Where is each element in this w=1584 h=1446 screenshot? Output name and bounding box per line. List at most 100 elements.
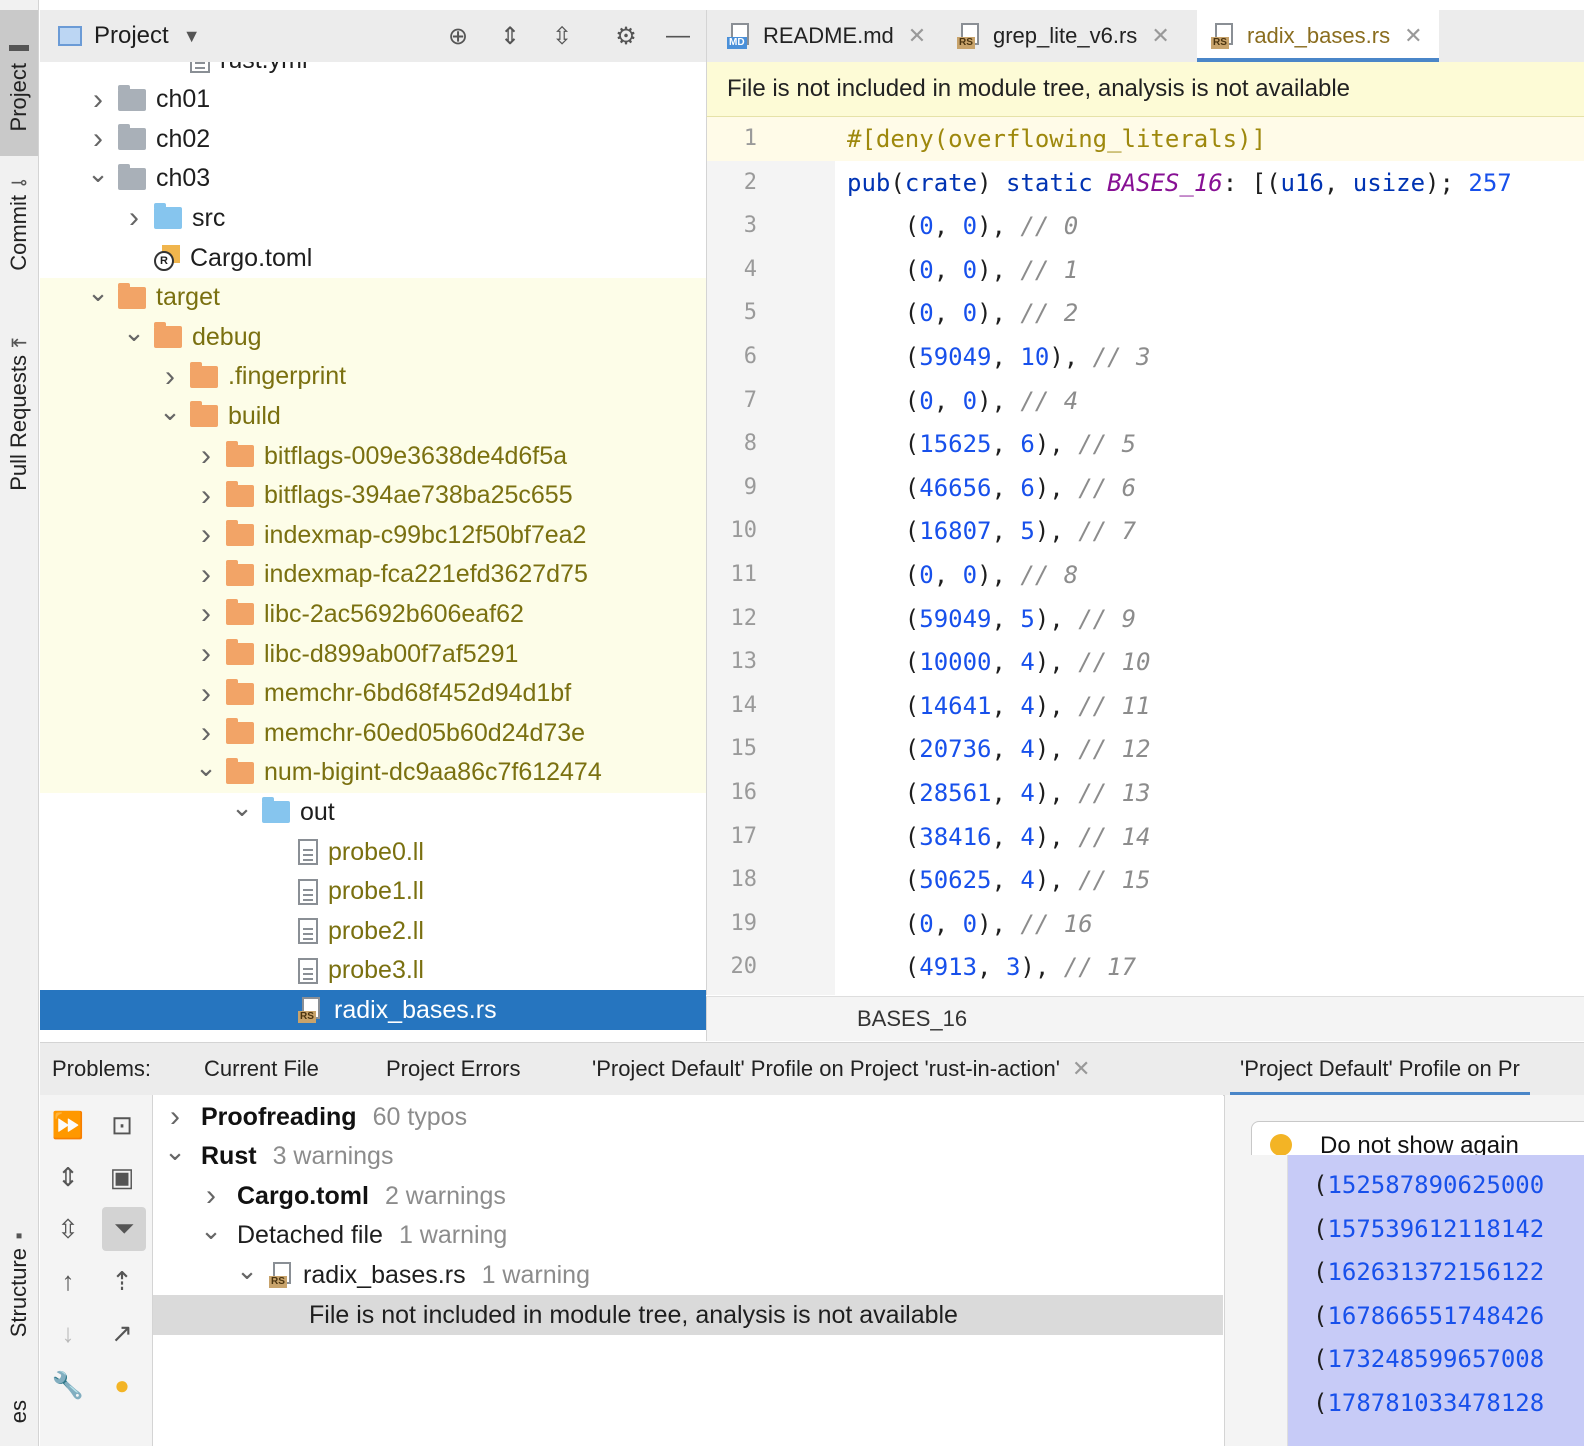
- problem-group[interactable]: › Proofreading 60 typos: [153, 1097, 1223, 1137]
- chevron-down-icon[interactable]: ⌄: [86, 158, 110, 189]
- chevron-right-icon[interactable]: ›: [86, 122, 110, 156]
- tree-item[interactable]: › libc-2ac5692b606eaf62: [40, 594, 706, 635]
- tool-tab-structure[interactable]: ▪ Structure: [0, 1225, 38, 1365]
- chevron-down-icon[interactable]: ⌄: [194, 752, 218, 783]
- tree-item[interactable]: › .fingerprint: [40, 356, 706, 397]
- rerun-icon[interactable]: ⏩: [48, 1105, 88, 1145]
- chevron-down-icon[interactable]: ⌄: [163, 1136, 187, 1167]
- wrench-icon[interactable]: 🔧: [48, 1365, 88, 1405]
- tool-tab-partial[interactable]: es: [0, 1400, 38, 1446]
- chevron-right-icon[interactable]: ›: [86, 83, 110, 117]
- expand-all-icon[interactable]: ⇕: [48, 1157, 88, 1197]
- chevron-down-icon[interactable]: ▼: [183, 26, 201, 47]
- tab-readme[interactable]: MD README.md ✕: [727, 10, 926, 62]
- problem-group[interactable]: › Cargo.toml 2 warnings: [153, 1176, 1223, 1216]
- tab-current-file[interactable]: Current File: [204, 1043, 319, 1095]
- tool-tab-project[interactable]: ▬ Project: [0, 10, 38, 156]
- arrow-up-icon[interactable]: ↑: [48, 1261, 88, 1301]
- tool-tab-pull-requests[interactable]: ⇤ Pull Requests: [0, 330, 38, 516]
- tree-item[interactable]: ⌄ num-bigint-dc9aa86c7f612474: [40, 752, 706, 793]
- stop-icon[interactable]: ⊡: [102, 1105, 142, 1145]
- tree-item[interactable]: ⌄ debug: [40, 317, 706, 358]
- tree-item[interactable]: ⌄ build: [40, 396, 706, 437]
- filter-icon[interactable]: ⏷: [102, 1207, 146, 1251]
- tree-item-label: indexmap-c99bc12f50bf7ea2: [264, 520, 587, 549]
- project-view-icon: [58, 26, 82, 46]
- tree-item[interactable]: › indexmap-fca221efd3627d75: [40, 554, 706, 595]
- tree-item[interactable]: › bitflags-394ae738ba25c655: [40, 475, 706, 516]
- chevron-right-icon[interactable]: ›: [194, 558, 218, 592]
- project-view-selector[interactable]: Project: [94, 22, 169, 50]
- tree-item[interactable]: › memchr-6bd68f452d94d1bf: [40, 673, 706, 714]
- hide-panel-icon[interactable]: —: [660, 18, 696, 54]
- group-icon[interactable]: ▣: [102, 1157, 142, 1197]
- close-icon[interactable]: ✕: [1404, 23, 1422, 49]
- tree-item[interactable]: › memchr-60ed05b60d24d73e: [40, 713, 706, 754]
- gear-icon[interactable]: ⚙: [608, 18, 644, 54]
- tree-item[interactable]: probe3.ll: [40, 951, 706, 991]
- chevron-down-icon[interactable]: ⌄: [122, 317, 146, 348]
- tool-tab-commit-label: Commit: [6, 195, 31, 271]
- tree-item[interactable]: probe2.ll: [40, 911, 706, 951]
- tree-item[interactable]: ⌄ out: [40, 792, 706, 832]
- problem-group[interactable]: ⌄ RS radix_bases.rs 1 warning: [153, 1255, 1223, 1295]
- chevron-right-icon[interactable]: ›: [194, 518, 218, 552]
- tree-item[interactable]: › ch02: [40, 119, 706, 159]
- chevron-right-icon[interactable]: ›: [199, 1179, 223, 1213]
- chevron-right-icon[interactable]: ›: [194, 637, 218, 671]
- problem-item[interactable]: File is not included in module tree, ana…: [153, 1295, 1223, 1335]
- problem-group[interactable]: ⌄ Rust 3 warnings: [153, 1136, 1223, 1177]
- tab-project-errors[interactable]: Project Errors: [386, 1043, 520, 1095]
- collapse-all-icon[interactable]: ⇳: [544, 18, 580, 54]
- open-external-icon[interactable]: ↗: [102, 1313, 142, 1353]
- line-number: 11: [730, 562, 758, 587]
- tree-item[interactable]: › libc-d899ab00f7af5291: [40, 634, 706, 674]
- chevron-right-icon[interactable]: ›: [163, 1100, 187, 1134]
- tab-profile-active[interactable]: 'Project Default' Profile on Pr: [1230, 1043, 1530, 1096]
- tree-item[interactable]: R Cargo.toml: [40, 238, 706, 278]
- code-line: (38416, 4), // 14: [847, 822, 1151, 851]
- project-panel-header: Project ▼ ⊕ ⇕ ⇳ ⚙ —: [40, 10, 706, 63]
- tab-radix-bases[interactable]: RS radix_bases.rs ✕: [1197, 10, 1439, 62]
- tab-profile-project[interactable]: 'Project Default' Profile on Project 'ru…: [592, 1043, 1090, 1095]
- tree-item[interactable]: ⌄ ch03: [40, 158, 706, 199]
- breadcrumb-item[interactable]: BASES_16: [857, 1006, 967, 1032]
- chevron-down-icon[interactable]: ⌄: [158, 396, 182, 427]
- tree-item[interactable]: rust.yml: [40, 62, 706, 80]
- chevron-right-icon[interactable]: ›: [194, 677, 218, 711]
- arrow-down-icon[interactable]: ↓: [48, 1313, 88, 1353]
- tree-item[interactable]: RS radix_bases.rs: [40, 990, 706, 1031]
- close-icon[interactable]: ✕: [908, 23, 926, 49]
- chevron-down-icon[interactable]: ⌄: [230, 792, 254, 823]
- code-editor[interactable]: #[deny(overflowing_literals)] pub(crate)…: [835, 117, 1584, 995]
- tool-tab-commit[interactable]: ⊸ Commit: [0, 170, 38, 290]
- lightbulb-icon[interactable]: ●: [102, 1365, 142, 1405]
- expand-all-icon[interactable]: ⇕: [492, 18, 528, 54]
- tree-item[interactable]: probe0.ll: [40, 832, 706, 872]
- chevron-right-icon[interactable]: ›: [194, 597, 218, 631]
- chevron-right-icon[interactable]: ›: [158, 360, 182, 394]
- tree-item[interactable]: › bitflags-009e3638de4d6f5a: [40, 436, 706, 476]
- tab-grep-lite[interactable]: RS grep_lite_v6.rs ✕: [957, 10, 1170, 62]
- chevron-right-icon[interactable]: ›: [194, 479, 218, 513]
- tree-item[interactable]: › src: [40, 198, 706, 238]
- close-icon[interactable]: ✕: [1151, 23, 1169, 49]
- chevron-right-icon[interactable]: ›: [122, 201, 146, 235]
- export-icon[interactable]: ⇡: [102, 1261, 142, 1301]
- tree-item[interactable]: ⌄ target: [40, 277, 706, 318]
- preview-code-line: (178781033478128: [1313, 1389, 1545, 1417]
- chevron-down-icon[interactable]: ⌄: [235, 1255, 259, 1286]
- chevron-down-icon[interactable]: ⌄: [199, 1215, 223, 1246]
- chevron-down-icon[interactable]: ⌄: [86, 277, 110, 308]
- tree-item[interactable]: probe1.ll: [40, 872, 706, 912]
- problem-group[interactable]: ⌄ Detached file 1 warning: [153, 1215, 1223, 1256]
- line-number: 14: [730, 692, 758, 718]
- locate-file-icon[interactable]: ⊕: [440, 18, 476, 54]
- tree-item[interactable]: › indexmap-c99bc12f50bf7ea2: [40, 515, 706, 556]
- tree-item[interactable]: › ch01: [40, 80, 706, 120]
- chevron-right-icon[interactable]: ›: [194, 716, 218, 750]
- tab-profile-project-label: 'Project Default' Profile on Project 'ru…: [592, 1056, 1060, 1081]
- collapse-all-icon[interactable]: ⇳: [48, 1209, 88, 1249]
- close-icon[interactable]: ✕: [1072, 1056, 1090, 1082]
- chevron-right-icon[interactable]: ›: [194, 439, 218, 473]
